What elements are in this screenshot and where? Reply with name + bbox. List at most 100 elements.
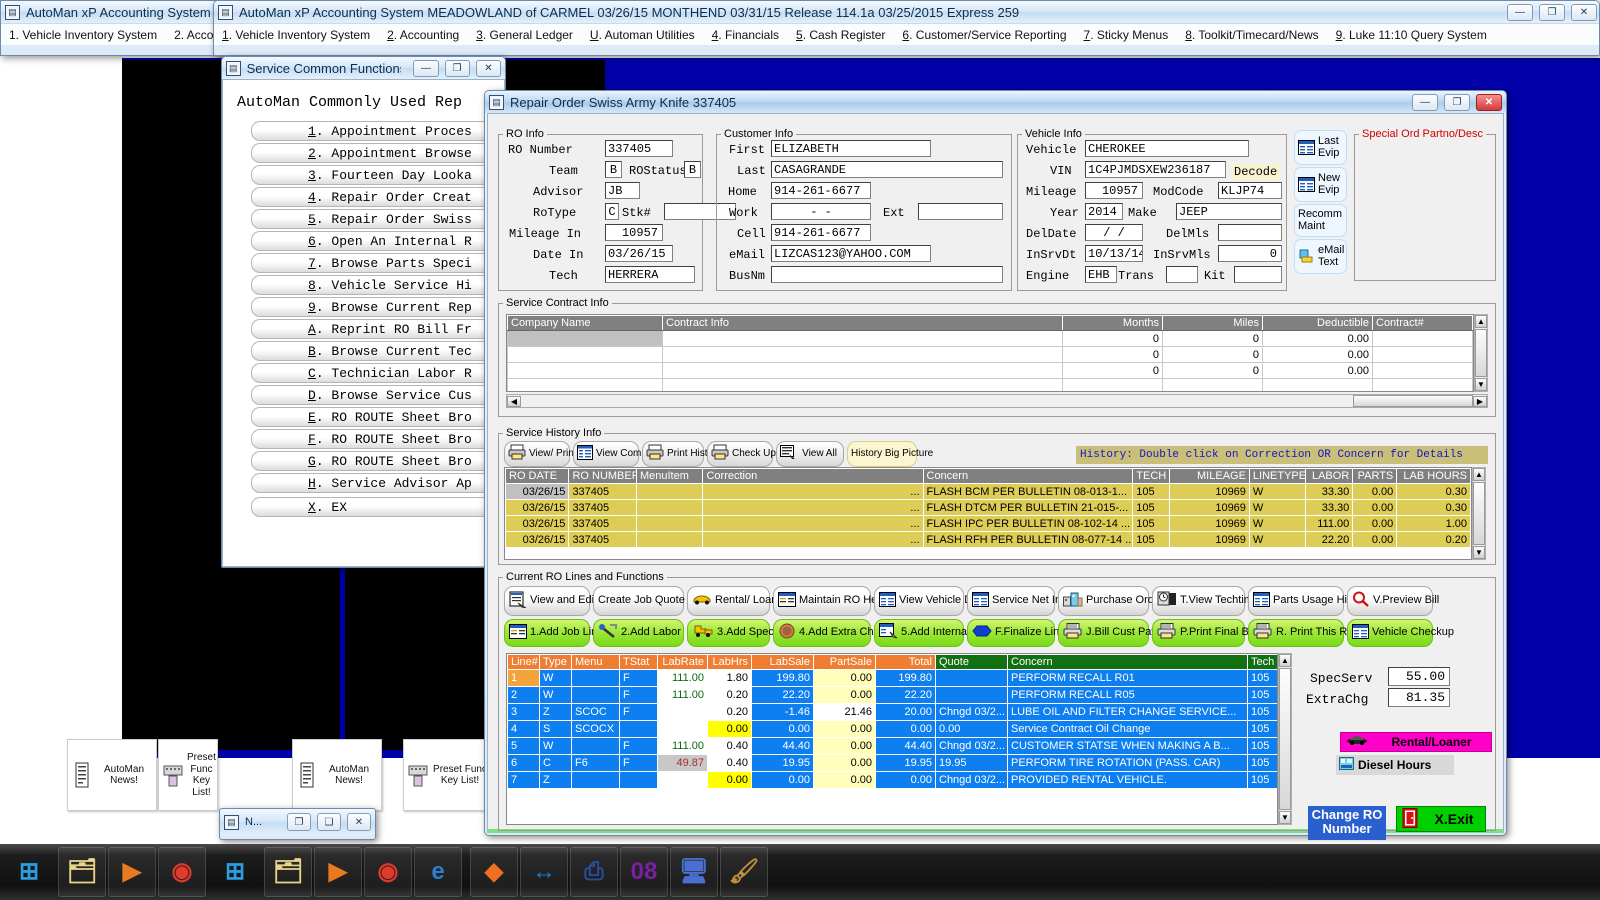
new-evip-button[interactable]: New Evip — [1294, 167, 1347, 202]
taskbar-network-icon[interactable]: 🖥 — [670, 847, 718, 897]
table-row[interactable]: 000.00 — [508, 331, 1473, 347]
last-evip-button[interactable]: Last Evip — [1294, 130, 1347, 165]
scroll-up-icon[interactable]: ▲ — [1473, 468, 1485, 481]
ro-tb1-btn-1[interactable]: Create Job Quote — [593, 586, 684, 616]
diesel-hours-button[interactable]: Diesel Hours — [1336, 755, 1454, 775]
ext-field[interactable] — [918, 203, 1003, 220]
engine-field[interactable]: EHB — [1085, 266, 1117, 283]
first-name-field[interactable]: ELIZABETH — [771, 140, 931, 157]
table-row[interactable]: 2WF111.000.2022.200.0022.20PERFORM RECAL… — [508, 687, 1279, 704]
email-field[interactable]: LIZCAS123@YAHOO.COM — [771, 245, 931, 262]
ro-tb2-btn-8[interactable]: R. Print This Repair Order — [1248, 619, 1344, 647]
insrvdt-field[interactable]: 10/13/14 — [1085, 245, 1143, 262]
menu-item-7[interactable]: 7. Sticky Menus — [1084, 28, 1169, 42]
ro-tb2-btn-9[interactable]: Vehicle Checkup — [1347, 619, 1433, 647]
ro-tb1-btn-5[interactable]: Service Net Info — [967, 586, 1055, 616]
restore-button[interactable]: ❐ — [287, 813, 311, 831]
menu-item-vehicle-inventory[interactable]: 1. Vehicle Inventory System — [9, 28, 157, 42]
advisor-field[interactable]: JB — [605, 182, 640, 199]
scf-item-5[interactable]: 5. Repair Order Swiss — [251, 209, 498, 229]
scroll-thumb[interactable] — [1473, 482, 1485, 545]
minimize-button[interactable]: — — [413, 60, 438, 77]
history-toolbar-0[interactable]: View/ Print RO — [504, 441, 570, 467]
table-row[interactable]: 03/26/15337405...FLASH IPC PER BULLETIN … — [506, 516, 1471, 532]
history-toolbar-5[interactable]: History Big Picture — [847, 441, 917, 467]
history-toolbar-1[interactable]: View Comments — [573, 441, 639, 467]
close-button[interactable]: ✕ — [1476, 94, 1502, 111]
ro-tb2-btn-4[interactable]: 5.Add Internal Charge — [874, 619, 964, 647]
last-name-field[interactable]: CASAGRANDE — [771, 161, 1003, 178]
menu-item-0[interactable]: 1. Vehicle Inventory System — [222, 28, 370, 42]
taskbar-media-player-icon-2[interactable]: ▶ — [314, 847, 362, 897]
history-toolbar-3[interactable]: Check Up History — [707, 441, 773, 467]
table-row[interactable] — [508, 379, 1473, 393]
recomm-maint-button[interactable]: Recomm Maint — [1294, 204, 1347, 237]
scroll-left-icon[interactable]: ◀ — [507, 396, 521, 407]
close-button[interactable]: ✕ — [1571, 4, 1597, 21]
scroll-thumb[interactable] — [1475, 329, 1487, 377]
vehicle-mileage-field[interactable]: 10957 — [1085, 182, 1143, 199]
scf-item-7[interactable]: 7. Browse Parts Speci — [251, 253, 498, 273]
taskbar-media-player-icon[interactable]: ▶ — [108, 847, 156, 897]
ro-tb1-btn-7[interactable]: T.View Techtime — [1152, 586, 1245, 616]
desktop-icon-automan-news-2[interactable]: AutoMan News! — [292, 739, 382, 811]
history-toolbar-2[interactable]: Print History — [642, 441, 704, 467]
change-ro-number-button[interactable]: Change RO Number — [1308, 806, 1386, 840]
year-field[interactable]: 2014 — [1085, 203, 1123, 220]
ro-tb2-btn-7[interactable]: P.Print Final Bill — [1152, 619, 1245, 647]
delmls-field[interactable] — [1218, 224, 1282, 241]
ro-tb2-btn-0[interactable]: 1.Add Job Line — [504, 619, 590, 647]
ro-tb1-btn-9[interactable]: V.Preview Bill — [1347, 586, 1433, 616]
desktop-icon-preset-func-key-list-2[interactable]: Preset Func Key List! — [403, 739, 493, 811]
ro-tb1-btn-6[interactable]: Purchase Order — [1058, 586, 1149, 616]
scroll-down-icon[interactable]: ▼ — [1279, 811, 1291, 824]
scf-item-8[interactable]: 8. Vehicle Service Hi — [251, 275, 498, 295]
menu-item-9[interactable]: 9. Luke 11:10 Query System — [1336, 28, 1487, 42]
work-phone-field[interactable]: - - — [771, 203, 871, 220]
menu-item-8[interactable]: 8. Toolkit/Timecard/News — [1185, 28, 1318, 42]
scf-item-3[interactable]: 3. Fourteen Day Looka — [251, 165, 498, 185]
exit-button[interactable]: X.Exit — [1396, 806, 1486, 832]
taskbar-teamviewer-icon[interactable]: ↔ — [520, 847, 568, 897]
table-row[interactable]: 1WF111.001.80199.800.00199.80PERFORM REC… — [508, 670, 1279, 687]
table-row[interactable]: 5WF111.000.4044.400.0044.40Chngd 03/2...… — [508, 738, 1279, 755]
ro-tb2-btn-5[interactable]: F.Finalize Line — [967, 619, 1055, 647]
desktop-icon-automan-news[interactable]: AutoMan News! — [67, 739, 157, 811]
scf-item-2[interactable]: 2. Appointment Browse — [251, 143, 498, 163]
ro-tb1-btn-3[interactable]: Maintain RO Header Data — [773, 586, 871, 616]
trans-field[interactable] — [1166, 266, 1198, 283]
taskbar-start-orb[interactable]: ⊞ — [2, 847, 56, 897]
table-row[interactable]: 03/26/15337405...FLASH RFH PER BULLETIN … — [506, 532, 1471, 548]
table-row[interactable]: 3ZSCOCF0.20-1.4621.4620.00Chngd 03/2...L… — [508, 704, 1279, 721]
deldate-field[interactable]: / / — [1085, 224, 1143, 241]
table-row[interactable]: 4SSCOCX0.000.000.000.000.00Service Contr… — [508, 721, 1279, 738]
rotype-field[interactable]: C — [605, 203, 619, 220]
make-field[interactable]: JEEP — [1176, 203, 1282, 220]
menu-item-5[interactable]: 5. Cash Register — [796, 28, 885, 42]
menu-item-2[interactable]: 3. General Ledger — [476, 28, 573, 42]
service-history-vscrollbar[interactable]: ▲ ▼ — [1472, 467, 1486, 560]
scf-item-c[interactable]: C. Technician Labor R — [251, 363, 498, 383]
minimize-button[interactable]: — — [1507, 4, 1533, 21]
modcode-field[interactable]: KLJP74 — [1218, 182, 1282, 199]
ro-tb2-btn-3[interactable]: 4.Add Extra Charge — [773, 619, 871, 647]
taskbar-automan-icon[interactable]: ◆ — [470, 847, 518, 897]
taskbar-explorer-icon-2[interactable]: 🗂 — [264, 847, 312, 897]
ro-tb1-btn-0[interactable]: View and Edit All — [504, 586, 590, 616]
insrvmls-field[interactable]: 0 — [1218, 245, 1282, 262]
scf-item-4[interactable]: 4. Repair Order Creat — [251, 187, 498, 207]
ro-tb2-btn-6[interactable]: J.Bill Cust Pay Only — [1058, 619, 1149, 647]
business-name-field[interactable] — [771, 266, 1003, 283]
tech-field[interactable]: HERRERA — [605, 266, 695, 283]
kit-field[interactable] — [1234, 266, 1282, 283]
table-row[interactable]: 7Z0.000.000.000.00Chngd 03/2...PROVIDED … — [508, 772, 1279, 789]
scroll-thumb[interactable] — [1279, 668, 1291, 810]
scf-item-g[interactable]: G. RO ROUTE Sheet Bro — [251, 451, 498, 471]
ro-tb1-btn-8[interactable]: Parts Usage History — [1248, 586, 1344, 616]
ro-tb1-btn-2[interactable]: Rental/ Loaner — [687, 586, 770, 616]
table-row[interactable]: 03/26/15337405...FLASH DTCM PER BULLETIN… — [506, 500, 1471, 516]
hscroll-thumb[interactable] — [1353, 395, 1473, 407]
menu-item-3[interactable]: U. Automan Utilities — [590, 28, 695, 42]
rostatus-field[interactable]: B — [684, 161, 701, 178]
rental-loaner-button[interactable]: Rental/Loaner — [1340, 732, 1492, 752]
